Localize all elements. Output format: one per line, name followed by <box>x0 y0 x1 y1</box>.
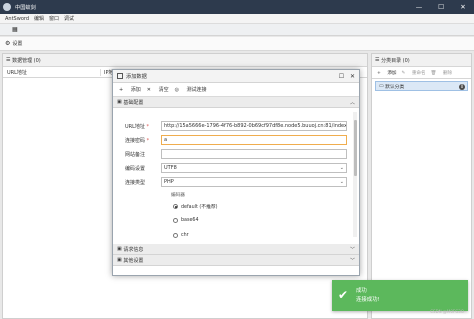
encoder-title: 编码器 <box>171 193 185 198</box>
scrollbar-thumb[interactable] <box>353 120 357 176</box>
success-toast[interactable]: ✔ 成功 连接成功! <box>332 280 468 311</box>
close-button[interactable]: ✕ <box>452 0 474 14</box>
radio-selected-icon <box>173 204 178 209</box>
tab-strip: ▦ <box>0 24 474 36</box>
window-icon <box>117 73 123 79</box>
url-label-text: URL地址 <box>125 124 145 130</box>
category-panel-header: ☰ 分类目录 (0) <box>372 54 471 67</box>
chevron-down-icon: ﹀ <box>349 258 355 264</box>
dialog-test-connection-button[interactable]: ◎ 测试连接 <box>175 86 207 93</box>
type-value: PHP <box>164 179 174 185</box>
encoding-select[interactable]: UTF8 ⌄ <box>161 163 347 173</box>
category-item-label: 默认分类 <box>385 84 405 90</box>
menu-bar: AntSword 编辑 窗口 调试 <box>0 14 474 24</box>
add-data-dialog: 添加数据 ☐ ✕ + 添加 ✕ 清空 ◎ 测试连接 ▣ 基础配置 ︿ URL地址… <box>112 69 360 276</box>
section-other-settings[interactable]: ▣ 其他设置 ﹀ <box>113 255 359 266</box>
encoder-option-chr[interactable]: chr <box>173 233 189 238</box>
category-item-default[interactable]: ▭ 默认分类 0 <box>375 81 468 91</box>
encoder-option-label: chr <box>181 233 189 238</box>
type-label: 连接类型 <box>125 180 146 186</box>
dialog-title: 添加数据 <box>126 73 147 80</box>
required-mark: * <box>146 124 150 130</box>
category-panel-title: 分类目录 (0) <box>381 57 410 64</box>
basic-config-form: URL地址 * http://15a5666e-1796-4f76-b892-0… <box>113 108 359 244</box>
form-scrollbar[interactable] <box>353 112 357 237</box>
password-label-text: 连接密码 <box>125 138 146 144</box>
delete-category-button[interactable]: 🗑 删除 <box>431 70 453 76</box>
url-label: URL地址 * <box>125 123 149 130</box>
encoder-option-base64[interactable]: base64 <box>173 218 199 223</box>
menu-edit[interactable]: 编辑 <box>34 15 44 22</box>
category-toolbar: + 添加 ✎ 重命名 🗑 删除 <box>372 67 471 79</box>
dialog-add-label: 添加 <box>130 87 141 93</box>
radio-icon <box>173 233 178 238</box>
section-other-title: 其他设置 <box>123 257 144 264</box>
rename-category-label: 重命名 <box>411 70 426 76</box>
section-request-info[interactable]: ▣ 请求信息 ﹀ <box>113 244 359 255</box>
encoding-label: 编码设置 <box>125 166 146 172</box>
settings-button[interactable]: 设置 <box>12 40 22 47</box>
chevron-down-icon: ﹀ <box>349 247 355 253</box>
encoder-option-label: base64 <box>181 218 199 223</box>
menu-debug[interactable]: 调试 <box>64 15 74 22</box>
note-label: 网站备注 <box>125 152 146 158</box>
watermark: CSDN @M0FG3O <box>430 309 464 314</box>
dialog-test-label: 测试连接 <box>186 87 207 93</box>
settings-bar: ⚙ 设置 <box>0 37 474 51</box>
delete-category-label: 删除 <box>442 70 453 76</box>
app-logo-icon <box>3 3 11 11</box>
section-basic-config[interactable]: ▣ 基础配置 ︿ <box>113 97 359 108</box>
rename-category-button[interactable]: ✎ 重命名 <box>402 70 426 76</box>
encoder-option-label: default (不推荐) <box>181 205 218 210</box>
section-basic-title: 基础配置 <box>123 99 144 106</box>
url-input[interactable]: http://15a5666e-1796-4f76-b892-0b69cf97d… <box>161 121 347 131</box>
gear-icon: ⚙ <box>5 40 11 47</box>
check-icon: ✔ <box>338 288 349 302</box>
section-request-title: 请求信息 <box>123 246 144 253</box>
dialog-add-button[interactable]: + 添加 <box>119 86 141 93</box>
type-select[interactable]: PHP ⌄ <box>161 177 347 187</box>
dialog-close-button[interactable]: ✕ <box>348 72 357 81</box>
chevron-down-icon: ⌄ <box>339 165 344 171</box>
minimize-button[interactable]: — <box>408 0 430 14</box>
column-url[interactable]: URL地址 <box>7 69 27 76</box>
dialog-maximize-button[interactable]: ☐ <box>337 72 346 81</box>
chevron-down-icon: ⌄ <box>339 179 344 185</box>
encoder-option-default[interactable]: default (不推荐) <box>173 203 218 210</box>
window-title: 中国蚁剑 <box>15 4 36 11</box>
menu-antsword[interactable]: AntSword <box>5 16 29 22</box>
data-panel-header: ☰ 数据管理 (0) <box>3 54 367 67</box>
dialog-toolbar: + 添加 ✕ 清空 ◎ 测试连接 <box>113 83 359 97</box>
category-count-badge: 0 <box>459 83 465 90</box>
window-titlebar: 中国蚁剑 — ☐ ✕ <box>0 0 474 14</box>
required-mark: * <box>146 138 150 144</box>
radio-icon <box>173 218 178 223</box>
menu-window[interactable]: 窗口 <box>49 15 59 22</box>
add-category-button[interactable]: + 添加 <box>377 70 397 76</box>
encoding-value: UTF8 <box>164 165 177 171</box>
chevron-up-icon: ︿ <box>349 100 355 106</box>
maximize-button[interactable]: ☐ <box>430 0 452 14</box>
add-category-label: 添加 <box>387 70 397 76</box>
password-input[interactable]: a <box>161 135 347 145</box>
dialog-clear-button[interactable]: ✕ 清空 <box>147 86 169 93</box>
note-input[interactable] <box>161 149 347 159</box>
toast-message: 连接成功! <box>356 297 380 303</box>
grid-icon[interactable]: ▦ <box>12 26 18 33</box>
toast-title: 成功 <box>356 288 367 294</box>
password-label: 连接密码 * <box>125 137 149 144</box>
dialog-clear-label: 清空 <box>158 87 169 93</box>
dialog-titlebar[interactable]: 添加数据 ☐ ✕ <box>113 70 359 83</box>
data-panel-title: 数据管理 (0) <box>12 57 41 64</box>
